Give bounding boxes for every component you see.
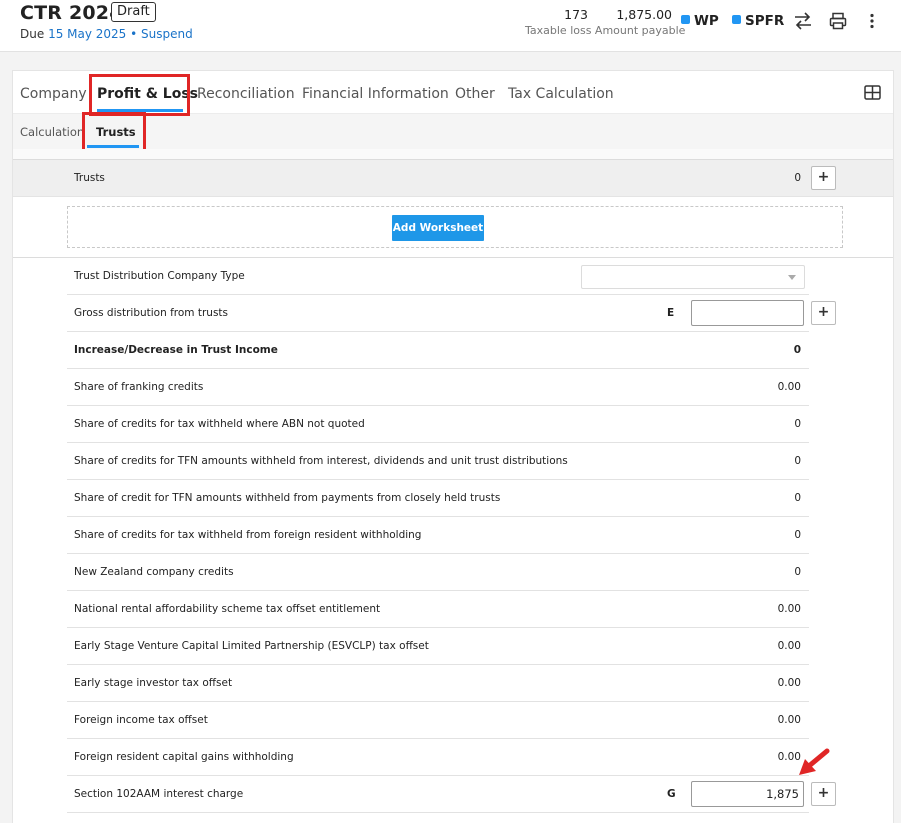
tab-tax-calculation[interactable]: Tax Calculation [508, 86, 614, 102]
row-nras: National rental affordability scheme tax… [67, 591, 809, 628]
grid-layout-icon[interactable] [864, 85, 881, 104]
row-label: Share of credit for TFN amounts withheld… [74, 492, 501, 504]
row-early-stage-investor: Early stage investor tax offset 0.00 [67, 665, 809, 702]
row-value: 0 [794, 455, 801, 467]
row-value: 0 [794, 418, 801, 430]
trusts-add-button[interactable]: + [811, 166, 836, 190]
row-label: Section 102AAM interest charge [74, 788, 244, 800]
worksheet-dropzone: Add Worksheet [67, 206, 843, 248]
annotation-arrow-icon [799, 748, 830, 775]
tab-reconciliation[interactable]: Reconciliation [197, 86, 295, 102]
row-increase-decrease: Increase/Decrease in Trust Income 0 [67, 332, 809, 369]
row-value: 0 [794, 492, 801, 504]
row-label: Share of credits for tax withheld where … [74, 418, 365, 430]
row-value: 0.00 [777, 640, 801, 652]
row-value: 0.00 [777, 714, 801, 726]
row-nz-credits: New Zealand company credits 0 [67, 554, 809, 591]
wp-color-swatch [681, 15, 690, 24]
print-icon[interactable] [826, 9, 850, 33]
more-vertical-icon[interactable] [860, 9, 884, 33]
subtab-calculation[interactable]: Calculation [20, 125, 84, 139]
row-label: Trust Distribution Company Type [74, 270, 245, 282]
section-102aam-input[interactable]: 1,875 [691, 781, 804, 807]
row-label: New Zealand company credits [74, 566, 234, 578]
row-code: G [667, 788, 676, 800]
tab-company[interactable]: Company [20, 86, 87, 102]
row-value: 0 [794, 566, 801, 578]
gross-distribution-add-button[interactable]: + [811, 301, 836, 325]
row-value: 0 [794, 529, 801, 541]
row-value: 0.00 [777, 381, 801, 393]
row-label: Foreign resident capital gains withholdi… [74, 751, 294, 763]
wp-button[interactable]: WP [681, 13, 719, 29]
wp-label: WP [694, 13, 719, 29]
chevron-down-icon [788, 275, 796, 280]
row-value: 0.00 [777, 603, 801, 615]
spfr-label: SPFR [745, 13, 785, 29]
row-tfn-interest: Share of credits for TFN amounts withhel… [67, 443, 809, 480]
status-badge: Draft [111, 2, 156, 22]
row-label: Share of credits for tax withheld from f… [74, 529, 422, 541]
row-value: 0 [793, 344, 801, 356]
row-label: Gross distribution from trusts [74, 307, 229, 319]
tab-other[interactable]: Other [455, 86, 495, 102]
trusts-section-header: Trusts 0 + [13, 159, 893, 197]
row-label: Share of credits for TFN amounts withhel… [74, 455, 568, 467]
metric-labels: Taxable loss Amount payable [525, 24, 686, 37]
row-abn-withheld: Share of credits for tax withheld where … [67, 406, 809, 443]
row-value: 0.00 [777, 677, 801, 689]
section-102aam-add-button[interactable]: + [811, 782, 836, 806]
row-label: Share of franking credits [74, 381, 204, 393]
row-foreign-withholding: Share of credits for tax withheld from f… [67, 517, 809, 554]
row-foreign-cgt-withholding: Foreign resident capital gains withholdi… [67, 739, 809, 776]
trusts-label: Trusts [74, 172, 105, 184]
spfr-color-swatch [732, 15, 741, 24]
due-prefix: Due [20, 27, 45, 41]
swap-icon[interactable] [791, 9, 815, 33]
row-label: Early Stage Venture Capital Limited Part… [74, 640, 429, 652]
row-label: Increase/Decrease in Trust Income [74, 344, 278, 356]
trust-company-type-select[interactable] [581, 265, 805, 289]
due-date-link[interactable]: 15 May 2025 [48, 27, 126, 41]
gross-distribution-input[interactable] [691, 300, 804, 326]
page-title: CTR 2024 [20, 2, 123, 24]
row-tfn-closely-held: Share of credit for TFN amounts withheld… [67, 480, 809, 517]
taxable-loss-value: 173 [564, 7, 588, 22]
row-label: Foreign income tax offset [74, 714, 208, 726]
profit-loss-highlight [89, 74, 190, 116]
row-foreign-income-offset: Foreign income tax offset 0.00 [67, 702, 809, 739]
section-spacer [13, 149, 893, 159]
amount-payable-value: 1,875.00 [616, 7, 672, 22]
spfr-button[interactable]: SPFR [732, 13, 784, 29]
top-header: CTR 2024 Draft Due 15 May 2025 • Suspend… [0, 0, 901, 52]
main-card: Company Profit & Loss Reconciliation Fin… [12, 70, 894, 823]
row-label: National rental affordability scheme tax… [74, 603, 381, 615]
tab-financial-information[interactable]: Financial Information [302, 86, 449, 102]
row-esvclp: Early Stage Venture Capital Limited Part… [67, 628, 809, 665]
trusts-count: 0 [794, 172, 801, 184]
row-label: Early stage investor tax offset [74, 677, 233, 689]
add-worksheet-button[interactable]: Add Worksheet [392, 215, 484, 241]
due-line: Due 15 May 2025 • Suspend [20, 27, 193, 41]
row-code: E [667, 307, 675, 319]
row-franking-credits: Share of franking credits 0.00 [67, 369, 809, 406]
suspend-link[interactable]: Suspend [141, 27, 193, 41]
due-separator: • [130, 27, 138, 41]
